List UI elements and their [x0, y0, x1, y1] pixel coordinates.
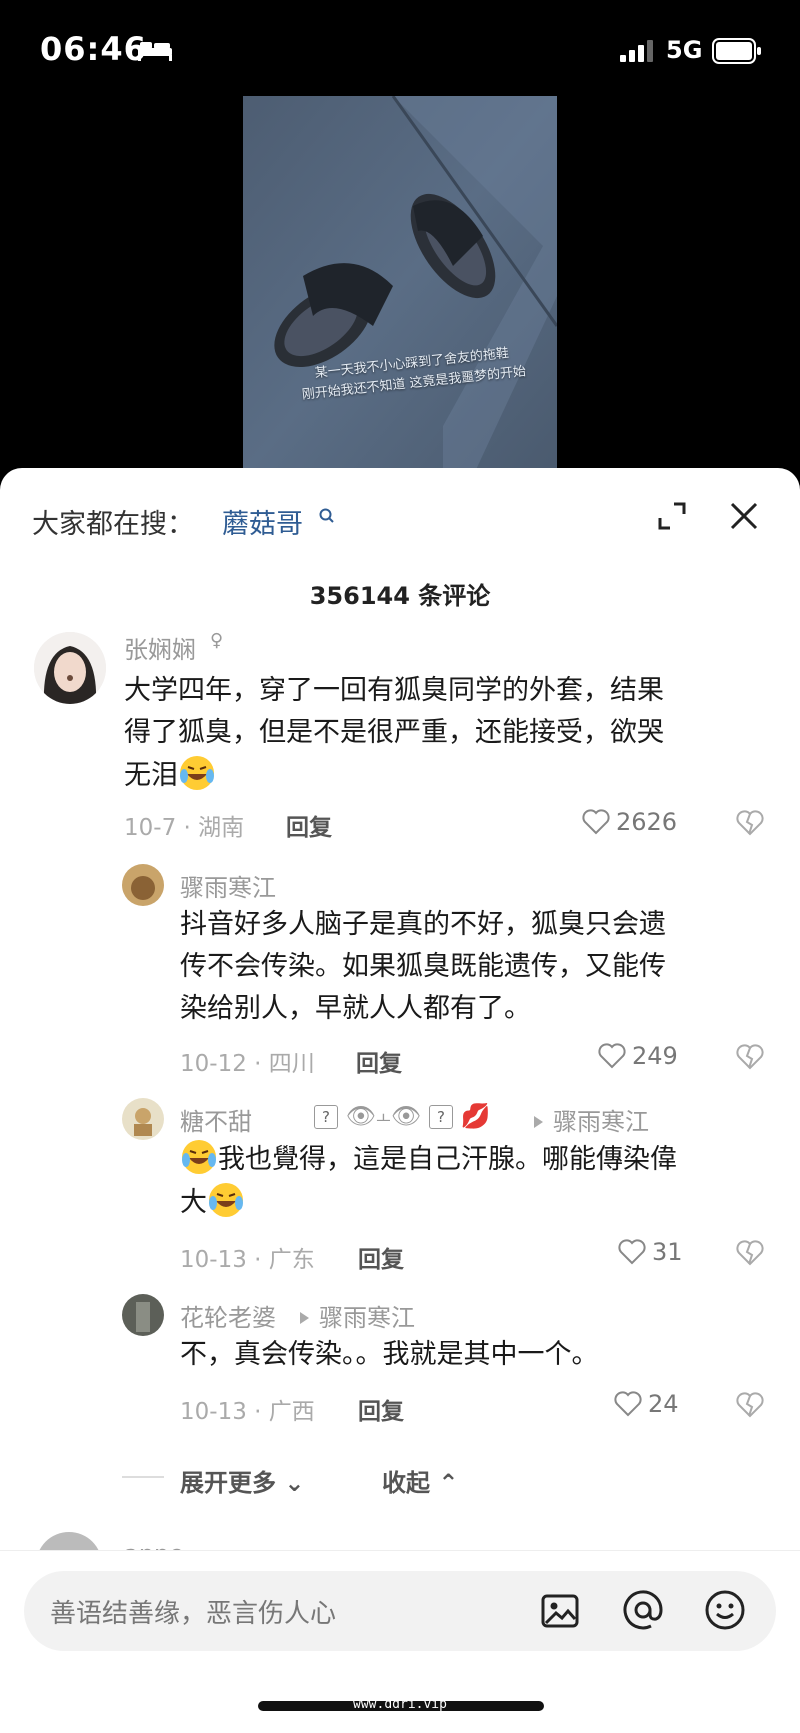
- comment-username[interactable]: 花轮老婆: [180, 1298, 276, 1333]
- expand-icon[interactable]: [652, 496, 692, 536]
- heart-icon: [618, 1239, 646, 1265]
- like-button[interactable]: 2626: [582, 808, 677, 836]
- like-count: 249: [632, 1042, 678, 1070]
- chevron-down-icon: ⌄: [284, 1469, 305, 1497]
- reply-arrow-icon: [534, 1116, 543, 1128]
- comment-text: 我也覺得，這是自己汗腺。哪能傳染偉 大: [180, 1138, 780, 1224]
- like-button[interactable]: 31: [618, 1238, 683, 1266]
- watermark: www.ddri.vip: [353, 1697, 447, 1712]
- status-bar: 06:46 5G: [0, 0, 800, 100]
- text-line: 大: [180, 1187, 207, 1218]
- avatar[interactable]: [122, 864, 164, 906]
- expand-more-label: 展开更多: [180, 1469, 276, 1497]
- comment-date-location: 10-12 · 四川: [180, 1051, 315, 1077]
- avatar[interactable]: [122, 1294, 164, 1336]
- chevron-up-icon: ⌃: [438, 1469, 459, 1497]
- text-line: 得了狐臭，但是不是很严重，还能接受，欲哭: [124, 717, 664, 748]
- collapse-label: 收起: [382, 1469, 430, 1497]
- comment-input-bar: 善语结善缘，恶言伤人心 www.ddri.vip: [0, 1550, 800, 1733]
- search-suggestion-label: 大家都在搜：: [32, 509, 194, 540]
- dislike-icon[interactable]: [736, 1240, 764, 1266]
- network-label: 5G: [666, 36, 703, 64]
- reply-button[interactable]: 回复: [286, 808, 332, 842]
- laughing-tears-emoji-icon: [180, 756, 214, 790]
- eye-emoji-icon: 👁: [345, 1102, 377, 1130]
- laughing-tears-emoji-icon: [182, 1140, 216, 1174]
- dislike-icon[interactable]: [736, 810, 764, 836]
- emoji-face-icon[interactable]: [704, 1589, 746, 1631]
- mouth-symbol: ㅗ: [376, 1109, 391, 1128]
- avatar[interactable]: [122, 1098, 164, 1140]
- video-thumbnail[interactable]: 某一天我不小心踩到了舍友的拖鞋 刚开始我还不知道 这竟是我噩梦的开始: [243, 96, 557, 476]
- reply-button[interactable]: 回复: [356, 1044, 402, 1078]
- reply-to-username[interactable]: 骤雨寒江: [553, 1108, 649, 1136]
- video-player[interactable]: 某一天我不小心踩到了舍友的拖鞋 刚开始我还不知道 这竟是我噩梦的开始: [0, 96, 800, 476]
- user-badges: ? 👁ㅗ👁 ? 💋: [314, 1102, 490, 1130]
- status-time: 06:46: [40, 30, 147, 68]
- reply-target[interactable]: 骤雨寒江: [524, 1102, 649, 1137]
- heart-icon: [582, 809, 610, 835]
- eye-emoji-icon: 👁: [390, 1102, 422, 1130]
- comment-count: 356144 条评论: [309, 582, 491, 610]
- reply-button[interactable]: 回复: [358, 1392, 404, 1426]
- signal-icon: [620, 40, 653, 62]
- reply-arrow-icon: [300, 1312, 309, 1324]
- bed-icon: [138, 42, 172, 61]
- heart-icon: [598, 1043, 626, 1069]
- like-count: 2626: [616, 808, 678, 836]
- avatar[interactable]: [34, 632, 106, 704]
- like-count: 24: [648, 1390, 679, 1418]
- dislike-icon[interactable]: [736, 1392, 764, 1418]
- text-line: 传不会传染。如果狐臭既能遗传，又能传: [180, 951, 666, 982]
- heart-icon: [614, 1391, 642, 1417]
- comment-input-placeholder: 善语结善缘，恶言伤人心: [50, 1599, 337, 1629]
- comment-text: 大学四年，穿了一回有狐臭同学的外套，结果 得了狐臭，但是不是很严重，还能接受，欲…: [124, 670, 774, 797]
- reply-target[interactable]: 骤雨寒江: [290, 1298, 415, 1333]
- like-button[interactable]: 249: [598, 1042, 678, 1070]
- comment-sheet: 大家都在搜： 蘑菇哥 356144 条评论 张娴娴 ♀ 大学四年，穿了一回有狐臭…: [0, 468, 800, 1733]
- collapse-button[interactable]: 收起 ⌃: [382, 1463, 458, 1498]
- expand-more-button[interactable]: 展开更多 ⌄: [180, 1463, 304, 1498]
- comment-username[interactable]: 糖不甜: [180, 1102, 252, 1137]
- text-line: 我也覺得，這是自己汗腺。哪能傳染偉: [218, 1144, 677, 1175]
- comment-text: 抖音好多人脑子是真的不好，狐臭只会遗 传不会传染。如果狐臭既能遗传，又能传 染给…: [180, 904, 780, 1030]
- comment-date-location: 10-13 · 广东: [180, 1247, 315, 1273]
- gender-icon: ♀: [210, 630, 224, 651]
- text-line: 无泪: [124, 760, 178, 791]
- divider: [122, 1476, 164, 1478]
- lips-emoji-icon: 💋: [460, 1102, 491, 1130]
- mention-icon[interactable]: [620, 1587, 666, 1633]
- search-suggestion-link[interactable]: 蘑菇哥: [222, 502, 303, 541]
- like-button[interactable]: 24: [614, 1390, 679, 1418]
- dislike-icon[interactable]: [736, 1044, 764, 1070]
- image-icon[interactable]: [540, 1591, 580, 1631]
- reply-button[interactable]: 回复: [358, 1240, 404, 1274]
- comment-text: 不，真会传染。。我就是其中一个。: [180, 1334, 780, 1376]
- video-frame-image: [243, 96, 557, 476]
- comment-username[interactable]: 骤雨寒江: [180, 868, 276, 903]
- battery-icon: [712, 38, 761, 64]
- search-icon[interactable]: [319, 508, 335, 524]
- text-line: 大学四年，穿了一回有狐臭同学的外套，结果: [124, 675, 664, 706]
- laughing-tears-emoji-icon: [209, 1183, 243, 1217]
- comment-username[interactable]: 张娴娴: [124, 630, 196, 665]
- like-count: 31: [652, 1238, 683, 1266]
- reply-to-username[interactable]: 骤雨寒江: [319, 1304, 415, 1332]
- close-icon[interactable]: [722, 494, 766, 538]
- text-line: 不，真会传染。。我就是其中一个。: [180, 1339, 599, 1370]
- comment-date-location: 10-13 · 广西: [180, 1399, 315, 1425]
- text-line: 染给别人，早就人人都有了。: [180, 993, 531, 1024]
- unknown-badge-icon: ?: [428, 1105, 453, 1129]
- text-line: 抖音好多人脑子是真的不好，狐臭只会遗: [180, 909, 666, 940]
- comment-date-location: 10-7 · 湖南: [124, 815, 245, 841]
- unknown-badge-icon: ?: [314, 1105, 338, 1129]
